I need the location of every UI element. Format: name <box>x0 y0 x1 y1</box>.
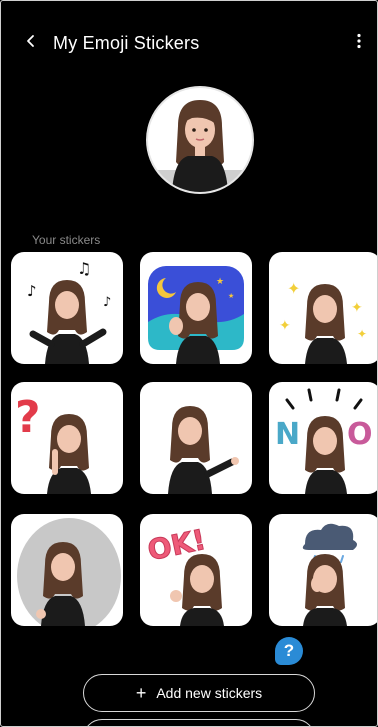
svg-text:N: N <box>275 417 300 452</box>
app-frame: My Emoji Stickers Your stickers ♫ ♪ ♪ ★ … <box>0 0 378 727</box>
section-label: Your stickers <box>32 233 101 247</box>
app-header: My Emoji Stickers <box>1 1 377 81</box>
svg-text:O: O <box>347 417 373 452</box>
help-button[interactable]: ? <box>275 637 303 665</box>
chevron-left-icon <box>24 34 38 53</box>
secondary-action-button[interactable] <box>83 719 315 726</box>
plus-icon: + <box>135 683 147 703</box>
sticker-rain-cloud[interactable] <box>269 514 377 626</box>
svg-text:?: ? <box>15 392 41 443</box>
sticker-grid: ♫ ♪ ♪ ★ ★ ✦ ✦ ✦ ✦ ? N O OK! <box>11 252 377 632</box>
sticker-question[interactable]: ? <box>11 382 123 494</box>
sticker-music[interactable]: ♫ ♪ ♪ <box>11 252 123 364</box>
svg-text:★: ★ <box>228 292 234 300</box>
add-new-stickers-button[interactable]: + Add new stickers <box>83 674 315 712</box>
sticker-ok[interactable]: OK! <box>140 514 252 626</box>
profile-avatar[interactable] <box>146 86 254 194</box>
sticker-pointing[interactable] <box>140 382 252 494</box>
sticker-good-night[interactable]: ★ ★ <box>140 252 252 364</box>
svg-text:✦: ✦ <box>357 327 367 341</box>
help-label: ? <box>283 641 295 660</box>
add-new-stickers-label: Add new stickers <box>156 685 263 701</box>
back-button[interactable] <box>17 29 45 57</box>
more-options-button[interactable] <box>345 29 373 57</box>
page-title: My Emoji Stickers <box>53 33 200 53</box>
svg-text:♪: ♪ <box>27 282 37 300</box>
svg-text:♪: ♪ <box>103 295 111 310</box>
more-vert-icon <box>356 33 362 54</box>
avatar-emoji <box>148 100 252 192</box>
svg-text:✦: ✦ <box>351 300 363 316</box>
svg-text:★: ★ <box>216 277 224 287</box>
sticker-spotlight[interactable] <box>11 514 123 626</box>
svg-text:✦: ✦ <box>287 279 300 298</box>
sticker-no[interactable]: N O <box>269 382 377 494</box>
svg-text:♫: ♫ <box>77 259 91 278</box>
sticker-sparkles[interactable]: ✦ ✦ ✦ ✦ <box>269 252 377 364</box>
svg-text:✦: ✦ <box>279 318 291 334</box>
